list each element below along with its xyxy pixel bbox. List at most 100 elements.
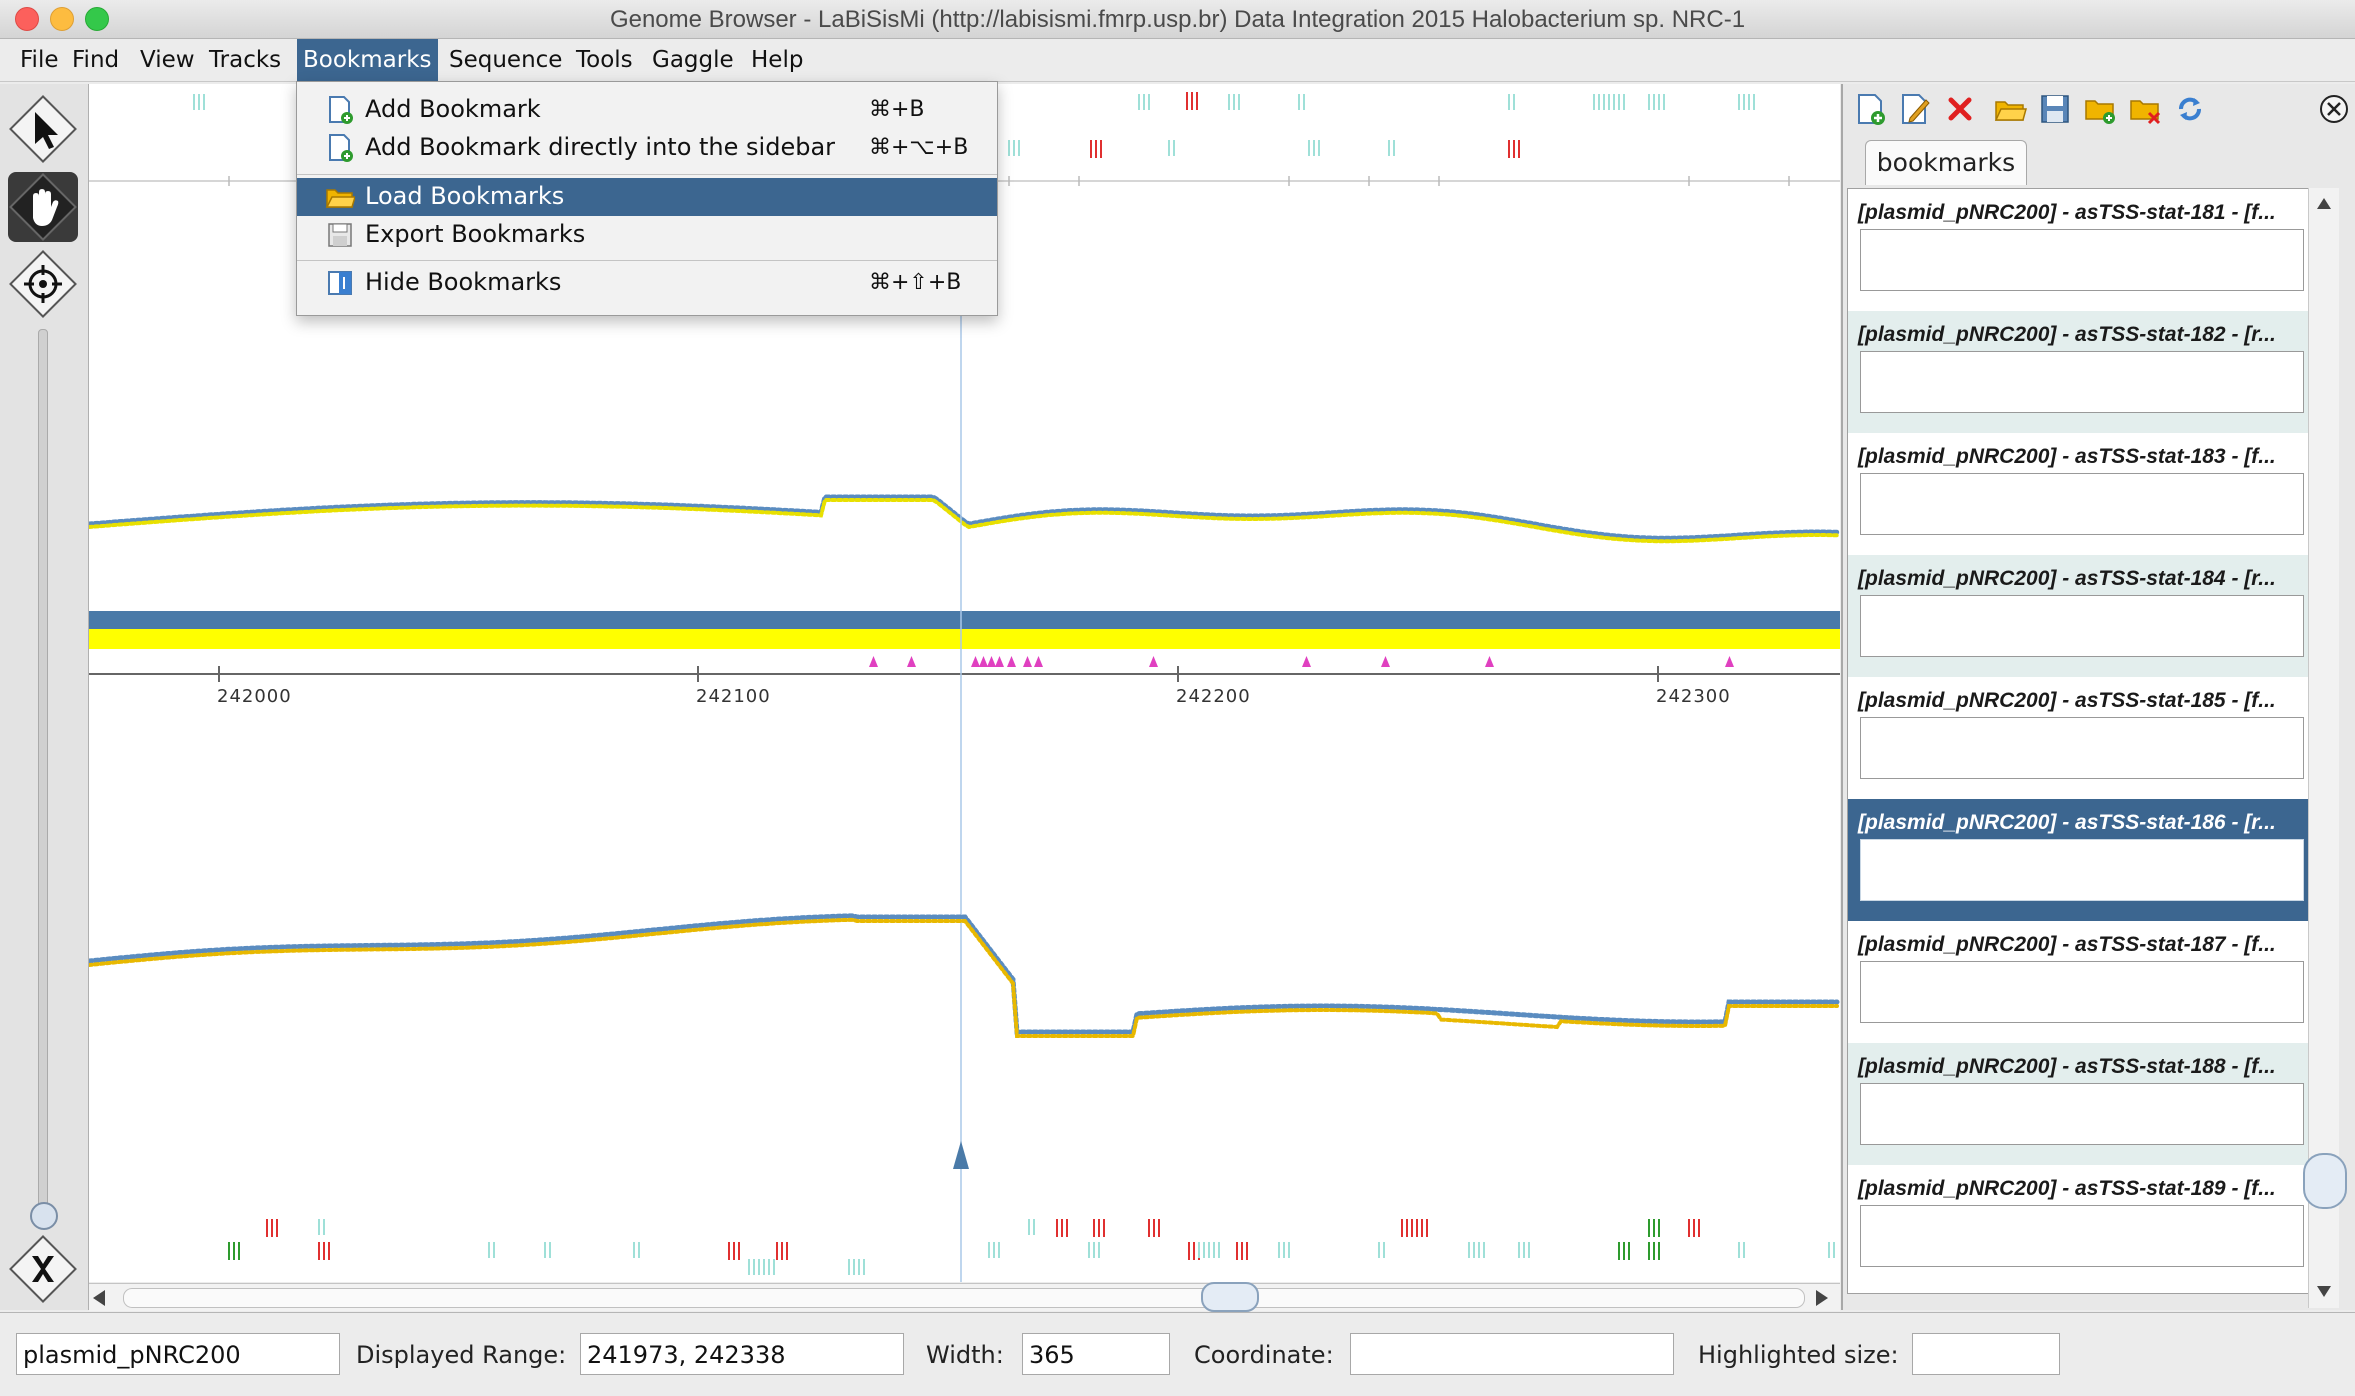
save-icon[interactable]: [2038, 92, 2072, 126]
tss-marker-icon: [1023, 656, 1032, 667]
bookmark-note-field[interactable]: [1860, 229, 2304, 291]
sequence-name-field[interactable]: plasmid_pNRC200: [16, 1333, 340, 1375]
add-bookmark-sidebar-icon: [325, 133, 355, 163]
menu-separator: [297, 260, 997, 261]
reverse-strand-bar: [89, 629, 1840, 649]
bookmark-note-field[interactable]: [1860, 1083, 2304, 1145]
new-bookmark-icon[interactable]: [1853, 92, 1887, 126]
menuitem-export-bookmarks[interactable]: Export Bookmarks: [297, 216, 997, 254]
displayed-range-field[interactable]: 241973, 242338: [580, 1333, 904, 1375]
zoom-reset-x-icon[interactable]: [8, 1234, 78, 1304]
bookmark-note-field[interactable]: [1860, 473, 2304, 535]
menu-file[interactable]: File: [14, 39, 65, 81]
bookmark-item[interactable]: [plasmid_pNRC200] - asTSS-stat-184 - [r.…: [1848, 555, 2328, 677]
bookmark-note-field[interactable]: [1860, 595, 2304, 657]
menu-gaggle[interactable]: Gaggle: [646, 39, 740, 81]
crosshair-target-icon[interactable]: [8, 249, 78, 319]
sync-icon[interactable]: [2173, 92, 2207, 126]
coordinate-field[interactable]: [1350, 1333, 1674, 1375]
zoom-slider-thumb[interactable]: [30, 1202, 58, 1230]
tss-marker-icon: [1149, 656, 1158, 667]
edit-bookmark-icon[interactable]: [1898, 92, 1932, 126]
folder-add-icon[interactable]: [2083, 92, 2117, 126]
bookmarks-sidebar: bookmarks [plasmid_pNRC200] - asTSS-stat…: [1841, 84, 2355, 1310]
menu-separator: [297, 174, 997, 175]
horizontal-scrollbar[interactable]: [89, 1282, 1840, 1312]
menu-view[interactable]: View: [134, 39, 201, 81]
bookmark-note-field[interactable]: [1860, 839, 2304, 901]
open-folder-icon[interactable]: [1993, 92, 2027, 126]
bookmark-title: [plasmid_pNRC200] - asTSS-stat-189 - [f.…: [1858, 1177, 2276, 1200]
ruler-tick-label: 242300: [1656, 686, 1731, 707]
tss-marker-icon: [995, 656, 1004, 667]
forward-profile-upper: [89, 494, 1840, 541]
select-arrow-icon[interactable]: [8, 94, 78, 164]
menuitem-load-bookmarks[interactable]: Load Bookmarks: [297, 178, 997, 216]
bookmark-list-scrollbar[interactable]: [2303, 188, 2347, 1308]
menu-tools[interactable]: Tools: [570, 39, 639, 81]
bookmark-item[interactable]: [plasmid_pNRC200] - asTSS-stat-188 - [f.…: [1848, 1043, 2328, 1165]
tss-marker-icon: [869, 656, 878, 667]
hide-sidebar-icon: [325, 268, 355, 298]
scroll-left-arrow-icon[interactable]: [93, 1290, 105, 1306]
scroll-up-arrow-icon[interactable]: [2317, 198, 2331, 209]
bookmark-note-field[interactable]: [1860, 351, 2304, 413]
menu-find[interactable]: Find: [66, 39, 125, 81]
menu-sequence[interactable]: Sequence: [443, 39, 568, 81]
bookmark-title: [plasmid_pNRC200] - asTSS-stat-184 - [r.…: [1858, 567, 2276, 590]
menu-help[interactable]: Help: [745, 39, 809, 81]
menubar: File Find View Tracks Bookmarks Sequence…: [0, 39, 2355, 82]
bookmark-title: [plasmid_pNRC200] - asTSS-stat-183 - [f.…: [1858, 445, 2276, 468]
bookmark-title: [plasmid_pNRC200] - asTSS-stat-185 - [f.…: [1858, 689, 2276, 712]
tss-marker-icon: [1007, 656, 1016, 667]
forward-strand-bar: [89, 611, 1840, 629]
bookmark-item[interactable]: [plasmid_pNRC200] - asTSS-stat-189 - [f.…: [1848, 1165, 2328, 1287]
menu-bookmarks[interactable]: Bookmarks: [297, 39, 438, 81]
tss-marker-icon: [987, 656, 996, 667]
close-circle-icon[interactable]: [2317, 92, 2351, 126]
highlighted-size-field[interactable]: [1912, 1333, 2060, 1375]
menuitem-add-bookmark[interactable]: Add Bookmark ⌘+B: [297, 91, 997, 129]
scroll-right-arrow-icon[interactable]: [1816, 1290, 1828, 1306]
bookmark-note-field[interactable]: [1860, 1205, 2304, 1267]
scroll-thumb[interactable]: [1201, 1282, 1259, 1312]
bookmark-item[interactable]: [plasmid_pNRC200] - asTSS-stat-183 - [f.…: [1848, 433, 2328, 555]
menuitem-label: Hide Bookmarks: [365, 268, 562, 296]
tab-bookmarks[interactable]: bookmarks: [1865, 140, 2027, 185]
width-label: Width:: [926, 1341, 1004, 1369]
pan-hand-icon[interactable]: [8, 172, 78, 242]
bookmark-item[interactable]: [plasmid_pNRC200] - asTSS-stat-181 - [f.…: [1848, 189, 2328, 311]
add-bookmark-icon: [325, 95, 355, 125]
folder-remove-icon[interactable]: [2128, 92, 2162, 126]
bookmark-title: [plasmid_pNRC200] - asTSS-stat-188 - [f.…: [1858, 1055, 2276, 1078]
bookmark-item[interactable]: [plasmid_pNRC200] - asTSS-stat-182 - [r.…: [1848, 311, 2328, 433]
bookmark-note-field[interactable]: [1860, 961, 2304, 1023]
save-disk-icon: [325, 220, 355, 250]
coordinate-label: Coordinate:: [1194, 1341, 1334, 1369]
tss-marker-icon: [1381, 656, 1390, 667]
ruler-tick-label: 242100: [696, 686, 771, 707]
menuitem-label: Export Bookmarks: [365, 220, 586, 248]
bookmark-item[interactable]: [plasmid_pNRC200] - asTSS-stat-187 - [f.…: [1848, 921, 2328, 1043]
width-field[interactable]: 365: [1022, 1333, 1170, 1375]
menuitem-hide-bookmarks[interactable]: Hide Bookmarks ⌘+⇧+B: [297, 264, 997, 302]
menuitem-shortcut: ⌘+⌥+B: [869, 135, 969, 160]
bookmark-item[interactable]: [plasmid_pNRC200] - asTSS-stat-186 - [r.…: [1848, 799, 2328, 921]
bookmark-item[interactable]: [plasmid_pNRC200] - asTSS-stat-185 - [f.…: [1848, 677, 2328, 799]
scroll-thumb[interactable]: [2303, 1153, 2347, 1209]
position-marker-icon: [953, 1141, 969, 1169]
window-title: Genome Browser - LaBiSisMi (http://labis…: [609, 6, 1746, 33]
menuitem-label: Add Bookmark directly into the sidebar: [365, 133, 836, 161]
scroll-track[interactable]: [123, 1288, 1805, 1308]
menu-tracks[interactable]: Tracks: [203, 39, 287, 81]
menuitem-shortcut: ⌘+B: [869, 97, 925, 122]
menuitem-add-bookmark-sidebar[interactable]: Add Bookmark directly into the sidebar ⌘…: [297, 129, 997, 167]
zoom-slider-track[interactable]: [38, 329, 48, 1211]
bookmark-note-field[interactable]: [1860, 717, 2304, 779]
ruler-tick-label: 242200: [1176, 686, 1251, 707]
tss-marker-icon: [971, 656, 980, 667]
tool-strip: [0, 84, 89, 1310]
scroll-down-arrow-icon[interactable]: [2317, 1286, 2331, 1297]
forward-profile-lower: [89, 913, 1840, 1035]
delete-bookmark-icon[interactable]: [1943, 92, 1977, 126]
